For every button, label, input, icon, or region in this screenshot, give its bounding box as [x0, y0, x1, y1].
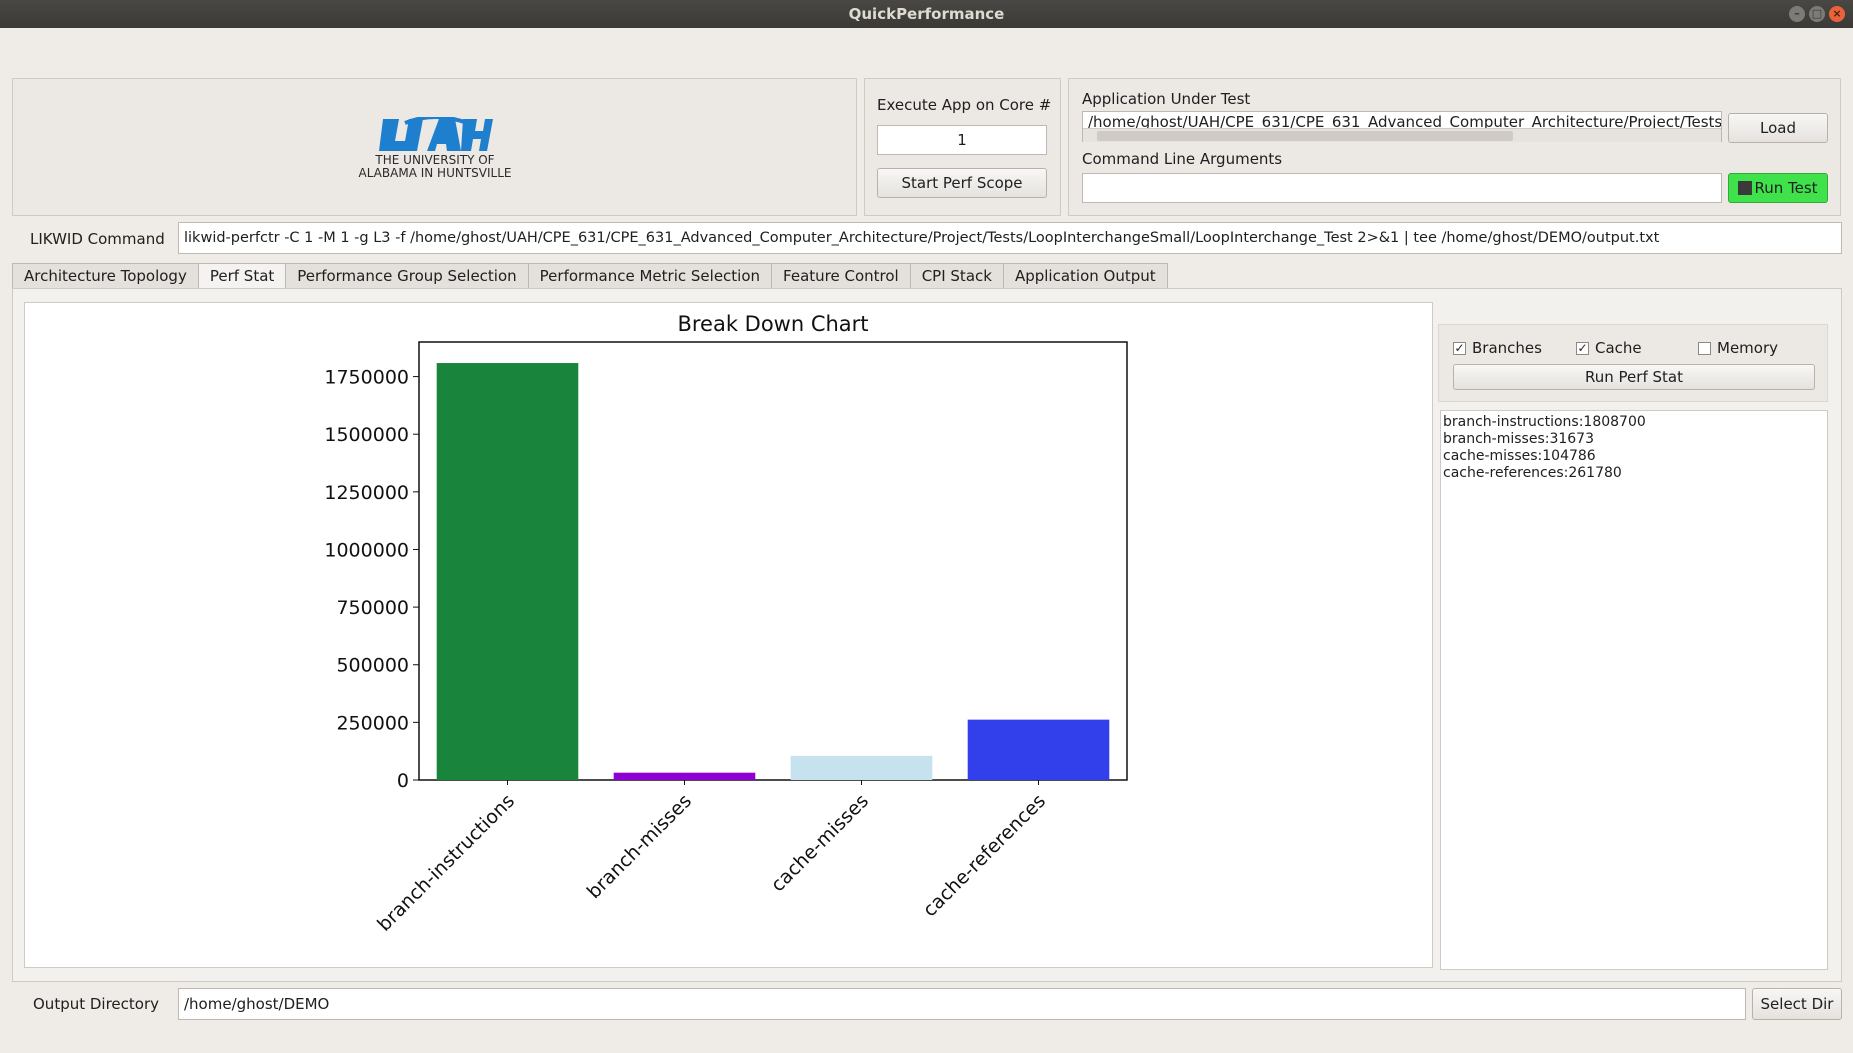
args-label: Command Line Arguments: [1082, 150, 1283, 168]
memory-label: Memory: [1717, 339, 1779, 357]
window-title: QuickPerformance: [848, 5, 1005, 23]
start-perf-scope-button[interactable]: Start Perf Scope: [877, 168, 1047, 198]
select-dir-button[interactable]: Select Dir: [1752, 988, 1842, 1020]
x-tick-label: cache-references: [919, 790, 1050, 921]
output-dir-label: Output Directory: [33, 995, 160, 1013]
tab-perf-stat[interactable]: Perf Stat: [197, 263, 287, 290]
tab-application-output[interactable]: Application Output: [1002, 263, 1168, 289]
y-tick-label: 1500000: [324, 424, 409, 446]
tab-performance-metric-selection[interactable]: Performance Metric Selection: [527, 263, 773, 289]
run-perf-stat-button[interactable]: Run Perf Stat: [1453, 364, 1815, 390]
result-line: cache-misses:104786: [1443, 448, 1596, 464]
perf-options-panel: ✓ Branches ✓ Cache Memory Run Perf Stat: [1438, 324, 1828, 402]
y-tick-label: 0: [397, 770, 409, 792]
result-line: cache-references:261780: [1443, 465, 1622, 481]
logo-line2: ALABAMA IN HUNTSVILLE: [358, 166, 512, 180]
scroll-thumb[interactable]: [1097, 131, 1513, 141]
main-tabs: Architecture Topology Perf Stat Performa…: [12, 263, 1168, 290]
maximize-icon[interactable]: □: [1809, 6, 1825, 22]
likwid-label: LIKWID Command: [30, 230, 165, 248]
bar-cache-references: [967, 719, 1110, 780]
run-test-button[interactable]: Run Test: [1728, 173, 1828, 203]
app-label: Application Under Test: [1082, 90, 1251, 108]
result-line: branch-instructions:1808700: [1443, 414, 1646, 430]
core-label: Execute App on Core #: [877, 96, 1052, 114]
x-axis-ticks: branch-instructions branch-misses cache-mi…: [373, 780, 1050, 936]
y-tick-label: 1750000: [324, 367, 409, 389]
tab-cpi-stack[interactable]: CPI Stack: [909, 263, 1004, 289]
y-tick-label: 1250000: [324, 482, 409, 504]
y-tick-label: 1000000: [324, 539, 409, 561]
y-axis-ticks: 0 250000 500000 750000 1000000 1250000 1500000…: [324, 367, 419, 792]
x-tick-label: branch-instructions: [373, 790, 519, 936]
x-tick-label: cache-misses: [767, 790, 873, 896]
y-tick-label: 750000: [336, 597, 409, 619]
tab-architecture-topology[interactable]: Architecture Topology: [12, 263, 199, 289]
output-dir-input[interactable]: /home/ghost/DEMO: [178, 988, 1746, 1020]
branches-checkbox[interactable]: ✓ Branches: [1453, 339, 1542, 357]
core-input[interactable]: 1: [877, 125, 1047, 155]
cache-check-box[interactable]: ✓: [1576, 341, 1589, 355]
cache-checkbox[interactable]: ✓ Cache: [1576, 339, 1642, 357]
tab-performance-group-selection[interactable]: Performance Group Selection: [285, 263, 529, 289]
y-tick-label: 250000: [336, 712, 409, 734]
app-path-scrollbar[interactable]: [1083, 128, 1721, 142]
bar-cache-misses: [790, 755, 933, 780]
uah-logo: THE UNIVERSITY OF ALABAMA IN HUNTSVILLE: [355, 117, 515, 185]
likwid-command-input[interactable]: likwid-perfctr -C 1 -M 1 -g L3 -f /home/…: [178, 222, 1842, 254]
run-test-label: Run Test: [1754, 179, 1818, 197]
breakdown-chart: Break Down Chart 0 250000 500000 750000 1000…: [324, 312, 1128, 936]
close-icon[interactable]: ×: [1829, 6, 1845, 22]
memory-checkbox[interactable]: Memory: [1698, 339, 1778, 357]
tab-feature-control[interactable]: Feature Control: [771, 263, 911, 289]
bars-group: [436, 363, 1110, 780]
logo-line1: THE UNIVERSITY OF: [375, 153, 495, 167]
run-icon: [1738, 181, 1753, 195]
window-titlebar: QuickPerformance – □ ×: [0, 0, 1853, 28]
breakdown-chart-panel: Break Down Chart 0 250000 500000 750000 1000…: [24, 302, 1433, 968]
minimize-icon[interactable]: –: [1789, 6, 1805, 22]
memory-check-box[interactable]: [1698, 341, 1711, 355]
bar-branch-misses: [613, 772, 756, 780]
branches-label: Branches: [1472, 339, 1542, 357]
bar-branch-instructions: [436, 363, 579, 780]
chart-title: Break Down Chart: [677, 312, 868, 336]
cache-label: Cache: [1595, 339, 1642, 357]
args-input[interactable]: [1082, 173, 1722, 203]
perf-results-text: branch-instructions:1808700 branch-misse…: [1440, 410, 1828, 970]
x-tick-label: branch-misses: [583, 790, 696, 903]
branches-check-box[interactable]: ✓: [1453, 341, 1466, 355]
load-button[interactable]: Load: [1728, 113, 1828, 143]
result-line: branch-misses:31673: [1443, 431, 1594, 447]
window-controls: – □ ×: [1789, 6, 1845, 22]
uah-logo-mark: [379, 117, 493, 151]
y-tick-label: 500000: [336, 655, 409, 677]
